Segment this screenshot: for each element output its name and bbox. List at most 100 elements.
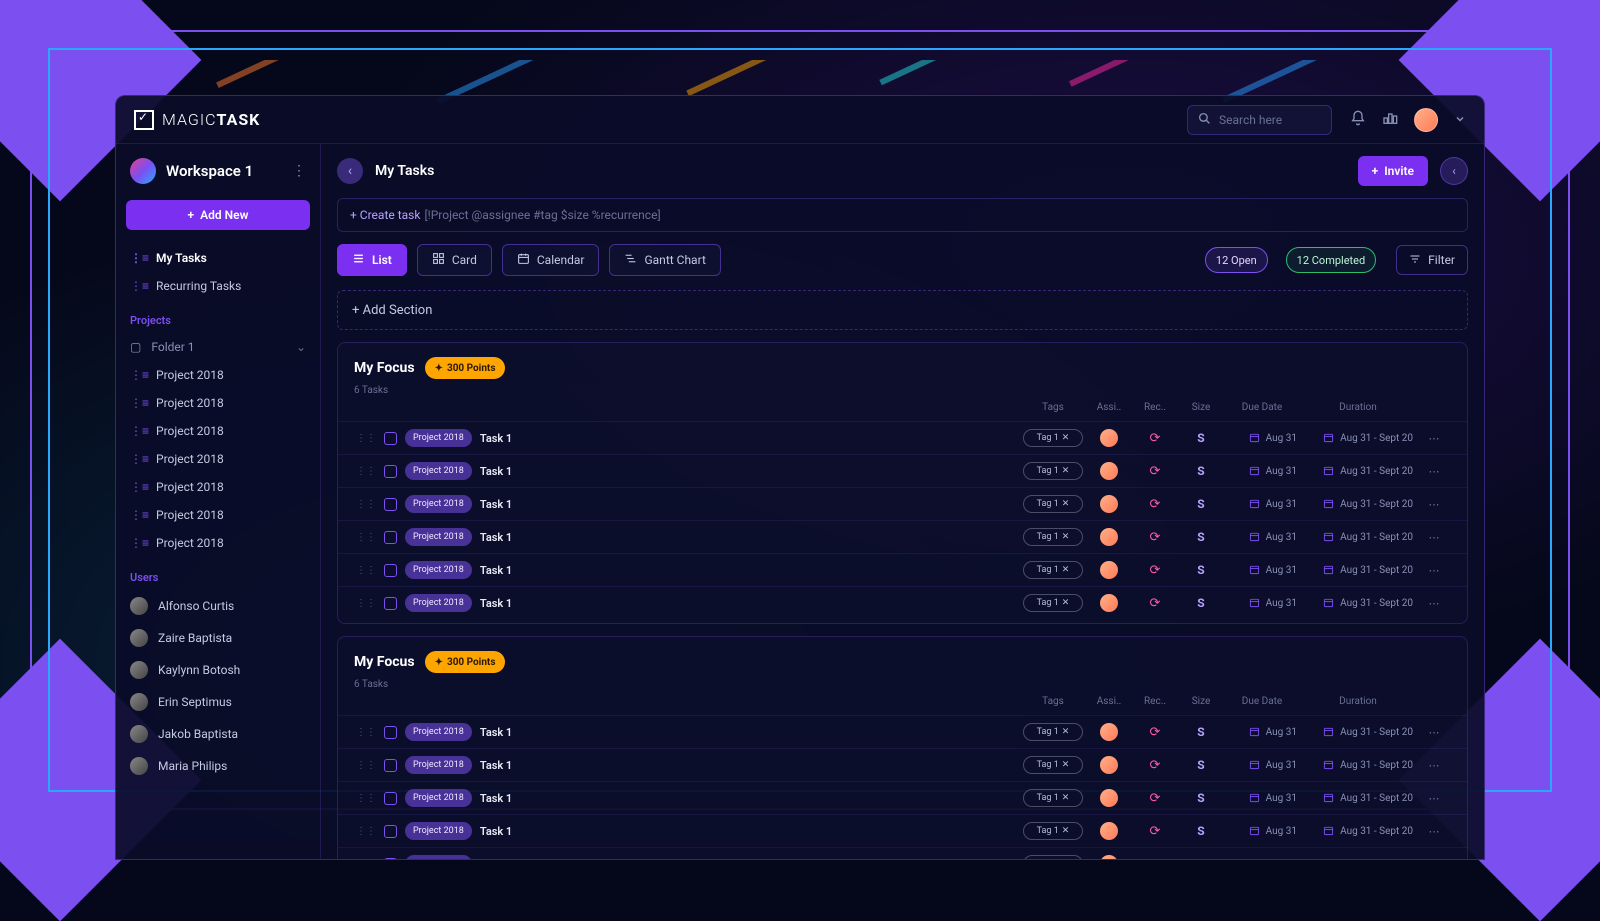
drag-handle-icon[interactable]: ⋮⋮ xyxy=(356,565,376,576)
drag-handle-icon[interactable]: ⋮⋮ xyxy=(356,826,376,837)
leaderboard-icon[interactable] xyxy=(1382,110,1398,130)
tab-card[interactable]: Card xyxy=(417,244,492,276)
remove-tag-icon[interactable]: ✕ xyxy=(1062,532,1070,542)
duration[interactable]: Aug 31 - Sept 20 xyxy=(1303,825,1413,837)
remove-tag-icon[interactable]: ✕ xyxy=(1062,565,1070,575)
project-pill[interactable]: Project 2018 xyxy=(405,594,472,612)
remove-tag-icon[interactable]: ✕ xyxy=(1062,760,1070,770)
remove-tag-icon[interactable]: ✕ xyxy=(1062,466,1070,476)
duration[interactable]: Aug 31 - Sept 20 xyxy=(1303,465,1413,477)
tag-chip[interactable]: Tag 1 ✕ xyxy=(1023,723,1083,741)
task-row[interactable]: ⋮⋮ Project 2018 Task 1 Tag 1 ✕ ⟳ S Aug 3… xyxy=(338,520,1467,553)
remove-tag-icon[interactable]: ✕ xyxy=(1062,727,1070,737)
tab-gantt-chart[interactable]: Gantt Chart xyxy=(609,244,720,276)
nav-item-my-tasks[interactable]: ⋮≡My Tasks xyxy=(116,244,320,272)
size-badge[interactable]: S xyxy=(1181,431,1221,445)
recurrence-icon[interactable]: ⟳ xyxy=(1135,563,1175,578)
project-item[interactable]: ⋮≡Project 2018 xyxy=(116,361,320,389)
task-checkbox[interactable] xyxy=(384,465,397,478)
task-checkbox[interactable] xyxy=(384,531,397,544)
user-item[interactable]: Kaylynn Botosh xyxy=(116,654,320,686)
assignee-avatar[interactable] xyxy=(1100,528,1118,546)
task-row[interactable]: ⋮⋮ Project 2018 Task 1 Tag 1 ✕ ⟳ S Aug 3… xyxy=(338,421,1467,454)
size-badge[interactable]: S xyxy=(1181,791,1221,805)
task-checkbox[interactable] xyxy=(384,792,397,805)
task-checkbox[interactable] xyxy=(384,759,397,772)
due-date[interactable]: Aug 31 xyxy=(1227,564,1297,576)
folder-row[interactable]: ▢ Folder 1 ⌄ xyxy=(116,333,320,361)
drag-handle-icon[interactable]: ⋮⋮ xyxy=(356,532,376,543)
search-input[interactable] xyxy=(1219,113,1321,127)
assignee-avatar[interactable] xyxy=(1100,789,1118,807)
task-more-icon[interactable]: ⋯ xyxy=(1419,858,1449,860)
size-badge[interactable]: S xyxy=(1181,563,1221,577)
filter-button[interactable]: Filter xyxy=(1396,245,1468,275)
due-date[interactable]: Aug 31 xyxy=(1227,498,1297,510)
size-badge[interactable]: S xyxy=(1181,596,1221,610)
task-checkbox[interactable] xyxy=(384,726,397,739)
task-more-icon[interactable]: ⋯ xyxy=(1419,531,1449,544)
task-row[interactable]: ⋮⋮ Project 2018 Task 1 Tag 1 ✕ ⟳ S Aug 3… xyxy=(338,454,1467,487)
task-more-icon[interactable]: ⋯ xyxy=(1419,726,1449,739)
task-checkbox[interactable] xyxy=(384,564,397,577)
due-date[interactable]: Aug 31 xyxy=(1227,825,1297,837)
tab-calendar[interactable]: Calendar xyxy=(502,244,600,276)
remove-tag-icon[interactable]: ✕ xyxy=(1062,598,1070,608)
project-item[interactable]: ⋮≡Project 2018 xyxy=(116,389,320,417)
drag-handle-icon[interactable]: ⋮⋮ xyxy=(356,466,376,477)
due-date[interactable]: Aug 31 xyxy=(1227,597,1297,609)
tag-chip[interactable]: Tag 1 ✕ xyxy=(1023,822,1083,840)
due-date[interactable]: Aug 31 xyxy=(1227,432,1297,444)
task-checkbox[interactable] xyxy=(384,498,397,511)
project-pill[interactable]: Project 2018 xyxy=(405,789,472,807)
notifications-icon[interactable] xyxy=(1350,110,1366,130)
tab-list[interactable]: List xyxy=(337,244,407,276)
recurrence-icon[interactable]: ⟳ xyxy=(1135,464,1175,479)
due-date[interactable]: Aug 31 xyxy=(1227,792,1297,804)
task-row[interactable]: ⋮⋮ Project 2018 Task 1 Tag 1 ✕ ⟳ S Aug 3… xyxy=(338,553,1467,586)
recurrence-icon[interactable]: ⟳ xyxy=(1135,596,1175,611)
recurrence-icon[interactable]: ⟳ xyxy=(1135,791,1175,806)
recurrence-icon[interactable]: ⟳ xyxy=(1135,824,1175,839)
size-badge[interactable]: S xyxy=(1181,497,1221,511)
project-item[interactable]: ⋮≡Project 2018 xyxy=(116,501,320,529)
invite-button[interactable]: + Invite xyxy=(1358,156,1428,186)
nav-item-recurring-tasks[interactable]: ⋮≡Recurring Tasks xyxy=(116,272,320,300)
task-more-icon[interactable]: ⋯ xyxy=(1419,432,1449,445)
task-checkbox[interactable] xyxy=(384,597,397,610)
due-date[interactable]: Aug 31 xyxy=(1227,759,1297,771)
assignee-avatar[interactable] xyxy=(1100,723,1118,741)
project-pill[interactable]: Project 2018 xyxy=(405,429,472,447)
project-pill[interactable]: Project 2018 xyxy=(405,495,472,513)
workspace-header[interactable]: Workspace 1 ⋮ xyxy=(116,156,320,196)
assignee-avatar[interactable] xyxy=(1100,429,1118,447)
tag-chip[interactable]: Tag 1 ✕ xyxy=(1023,462,1083,480)
task-more-icon[interactable]: ⋯ xyxy=(1419,792,1449,805)
duration[interactable]: Aug 31 - Sept 20 xyxy=(1303,432,1413,444)
task-row[interactable]: ⋮⋮ Project 2018 Task 1 Tag 1 ✕ ⟳ S Aug 3… xyxy=(338,715,1467,748)
tag-chip[interactable]: Tag 1 ✕ xyxy=(1023,429,1083,447)
drag-handle-icon[interactable]: ⋮⋮ xyxy=(356,859,376,860)
workspace-more-icon[interactable]: ⋮ xyxy=(292,163,306,179)
task-more-icon[interactable]: ⋯ xyxy=(1419,825,1449,838)
project-item[interactable]: ⋮≡Project 2018 xyxy=(116,529,320,557)
assignee-avatar[interactable] xyxy=(1100,561,1118,579)
duration[interactable]: Aug 31 - Sept 20 xyxy=(1303,759,1413,771)
collapse-panel-button[interactable]: ‹ xyxy=(1440,157,1468,185)
create-task-input[interactable]: + Create task [!Project @assignee #tag $… xyxy=(337,198,1468,232)
size-badge[interactable]: S xyxy=(1181,758,1221,772)
project-pill[interactable]: Project 2018 xyxy=(405,462,472,480)
duration[interactable]: Aug 31 - Sept 20 xyxy=(1303,531,1413,543)
recurrence-icon[interactable]: ⟳ xyxy=(1135,857,1175,860)
user-item[interactable]: Maria Philips xyxy=(116,750,320,782)
user-item[interactable]: Erin Septimus xyxy=(116,686,320,718)
task-more-icon[interactable]: ⋯ xyxy=(1419,564,1449,577)
drag-handle-icon[interactable]: ⋮⋮ xyxy=(356,598,376,609)
add-new-button[interactable]: + Add New xyxy=(126,200,310,230)
duration[interactable]: Aug 31 - Sept 20 xyxy=(1303,726,1413,738)
open-count-pill[interactable]: 12 Open xyxy=(1205,247,1268,273)
project-pill[interactable]: Project 2018 xyxy=(405,756,472,774)
size-badge[interactable]: S xyxy=(1181,530,1221,544)
task-more-icon[interactable]: ⋯ xyxy=(1419,465,1449,478)
tag-chip[interactable]: Tag 1 ✕ xyxy=(1023,495,1083,513)
